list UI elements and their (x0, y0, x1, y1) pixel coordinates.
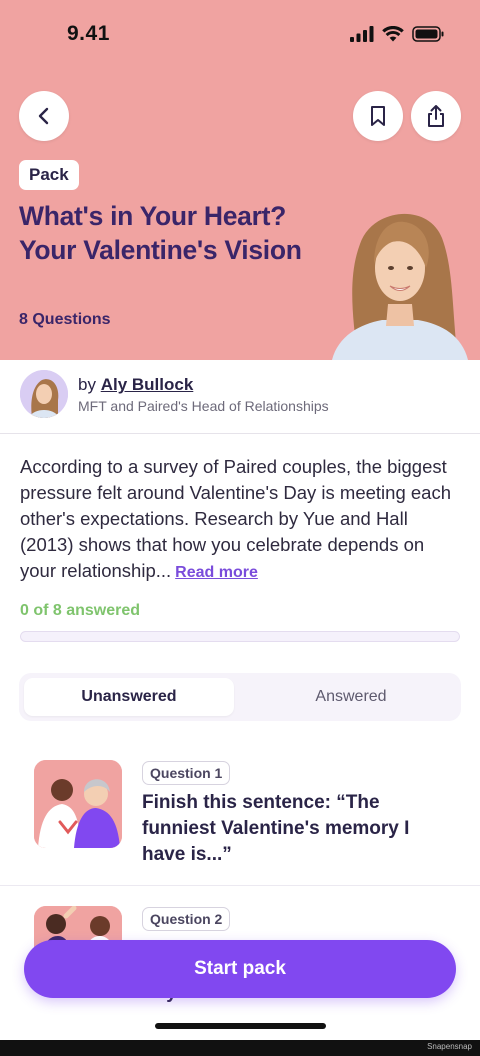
system-icons (350, 26, 444, 42)
chevron-left-icon (38, 107, 49, 125)
question-item[interactable]: Question 1 Finish this sentence: “The fu… (0, 740, 480, 886)
status-bar: 9.41 (0, 0, 480, 70)
status-time: 9.41 (67, 22, 110, 45)
author-prefix: by (78, 375, 96, 394)
wifi-icon (382, 26, 404, 42)
question-text: Finish this sentence: “The funniest Vale… (142, 792, 410, 865)
signal-icon (350, 26, 374, 42)
home-indicator[interactable] (155, 1023, 326, 1029)
author-portrait-image (332, 213, 468, 360)
share-button[interactable] (411, 91, 461, 141)
pack-hero: 9.41 Pack What's in Your Heart? Your Val… (0, 0, 480, 360)
avatar (20, 370, 68, 418)
progress-label: 0 of 8 answered (20, 602, 141, 619)
battery-icon (412, 26, 444, 42)
pack-description: According to a survey of Paired couples,… (20, 454, 465, 586)
question-count: 8 Questions (19, 311, 111, 328)
author-byline: by Aly Bullock (78, 375, 193, 395)
question-filter-tabs: Unanswered Answered (19, 673, 461, 721)
share-icon (428, 105, 444, 127)
watermark-bar: Snapensnap (0, 1040, 480, 1056)
author-role: MFT and Paired's Head of Relationships (78, 398, 329, 414)
back-button[interactable] (19, 91, 69, 141)
pack-badge: Pack (19, 160, 79, 190)
description-text: According to a survey of Paired couples,… (20, 456, 451, 581)
question-number-badge: Question 1 (142, 761, 231, 785)
pack-title: What's in Your Heart? Your Valentine's V… (19, 201, 302, 265)
progress-bar (20, 631, 460, 642)
author-name-link[interactable]: Aly Bullock (101, 375, 194, 394)
question-number-badge: Question 2 (142, 907, 231, 931)
bookmark-button[interactable] (353, 91, 403, 141)
bookmark-icon (371, 106, 385, 126)
tab-answered[interactable]: Answered (246, 678, 456, 716)
tab-unanswered[interactable]: Unanswered (24, 678, 234, 716)
start-pack-button[interactable]: Start pack (24, 940, 456, 998)
read-more-link[interactable]: Read more (175, 564, 258, 581)
author-row[interactable]: by Aly Bullock MFT and Paired's Head of … (0, 360, 480, 434)
question-illustration-image (34, 760, 122, 848)
watermark-text: Snapensnap (427, 1042, 472, 1051)
